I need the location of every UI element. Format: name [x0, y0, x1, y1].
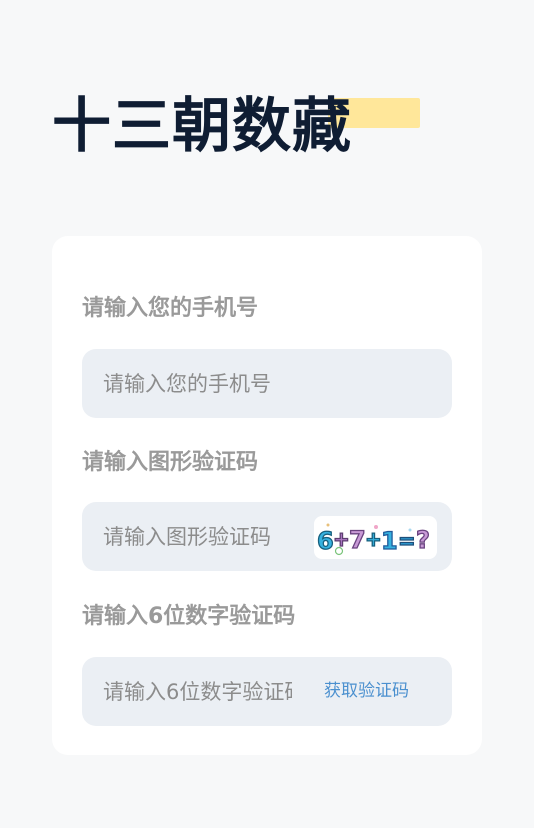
captcha-label: 请输入图形验证码	[82, 450, 259, 475]
svg-text:6: 6	[317, 527, 334, 555]
svg-text:?: ?	[416, 526, 430, 554]
captcha-input[interactable]	[82, 502, 297, 571]
svg-text:+: +	[365, 527, 382, 551]
captcha-image[interactable]: 6 + 7 + 1 = ? 6+7+1=?	[314, 516, 437, 559]
svg-text:=: =	[398, 529, 416, 553]
captcha-image-text: 6+7+1=?	[437, 516, 438, 517]
captcha-field-box: 6 + 7 + 1 = ? 6+7+1=?	[82, 502, 452, 571]
captcha-graphic: 6 + 7 + 1 = ?	[316, 523, 431, 556]
page-header: 十三朝数藏	[52, 88, 420, 168]
svg-text:+: +	[333, 527, 350, 551]
get-sms-code-button[interactable]: 获取验证码	[324, 657, 409, 726]
sms-code-label: 请输入6位数字验证码	[82, 604, 296, 629]
svg-text:1: 1	[381, 527, 398, 555]
phone-label: 请输入您的手机号	[82, 296, 259, 321]
sms-code-field-box: 获取验证码	[82, 657, 452, 726]
login-form-card: 请输入您的手机号 请输入图形验证码 6 + 7 + 1 = ?	[52, 236, 482, 755]
phone-field-box	[82, 349, 452, 418]
svg-text:7: 7	[349, 526, 366, 554]
page-title: 十三朝数藏	[52, 91, 353, 160]
phone-input[interactable]	[82, 349, 452, 418]
sms-code-input[interactable]	[82, 657, 292, 726]
